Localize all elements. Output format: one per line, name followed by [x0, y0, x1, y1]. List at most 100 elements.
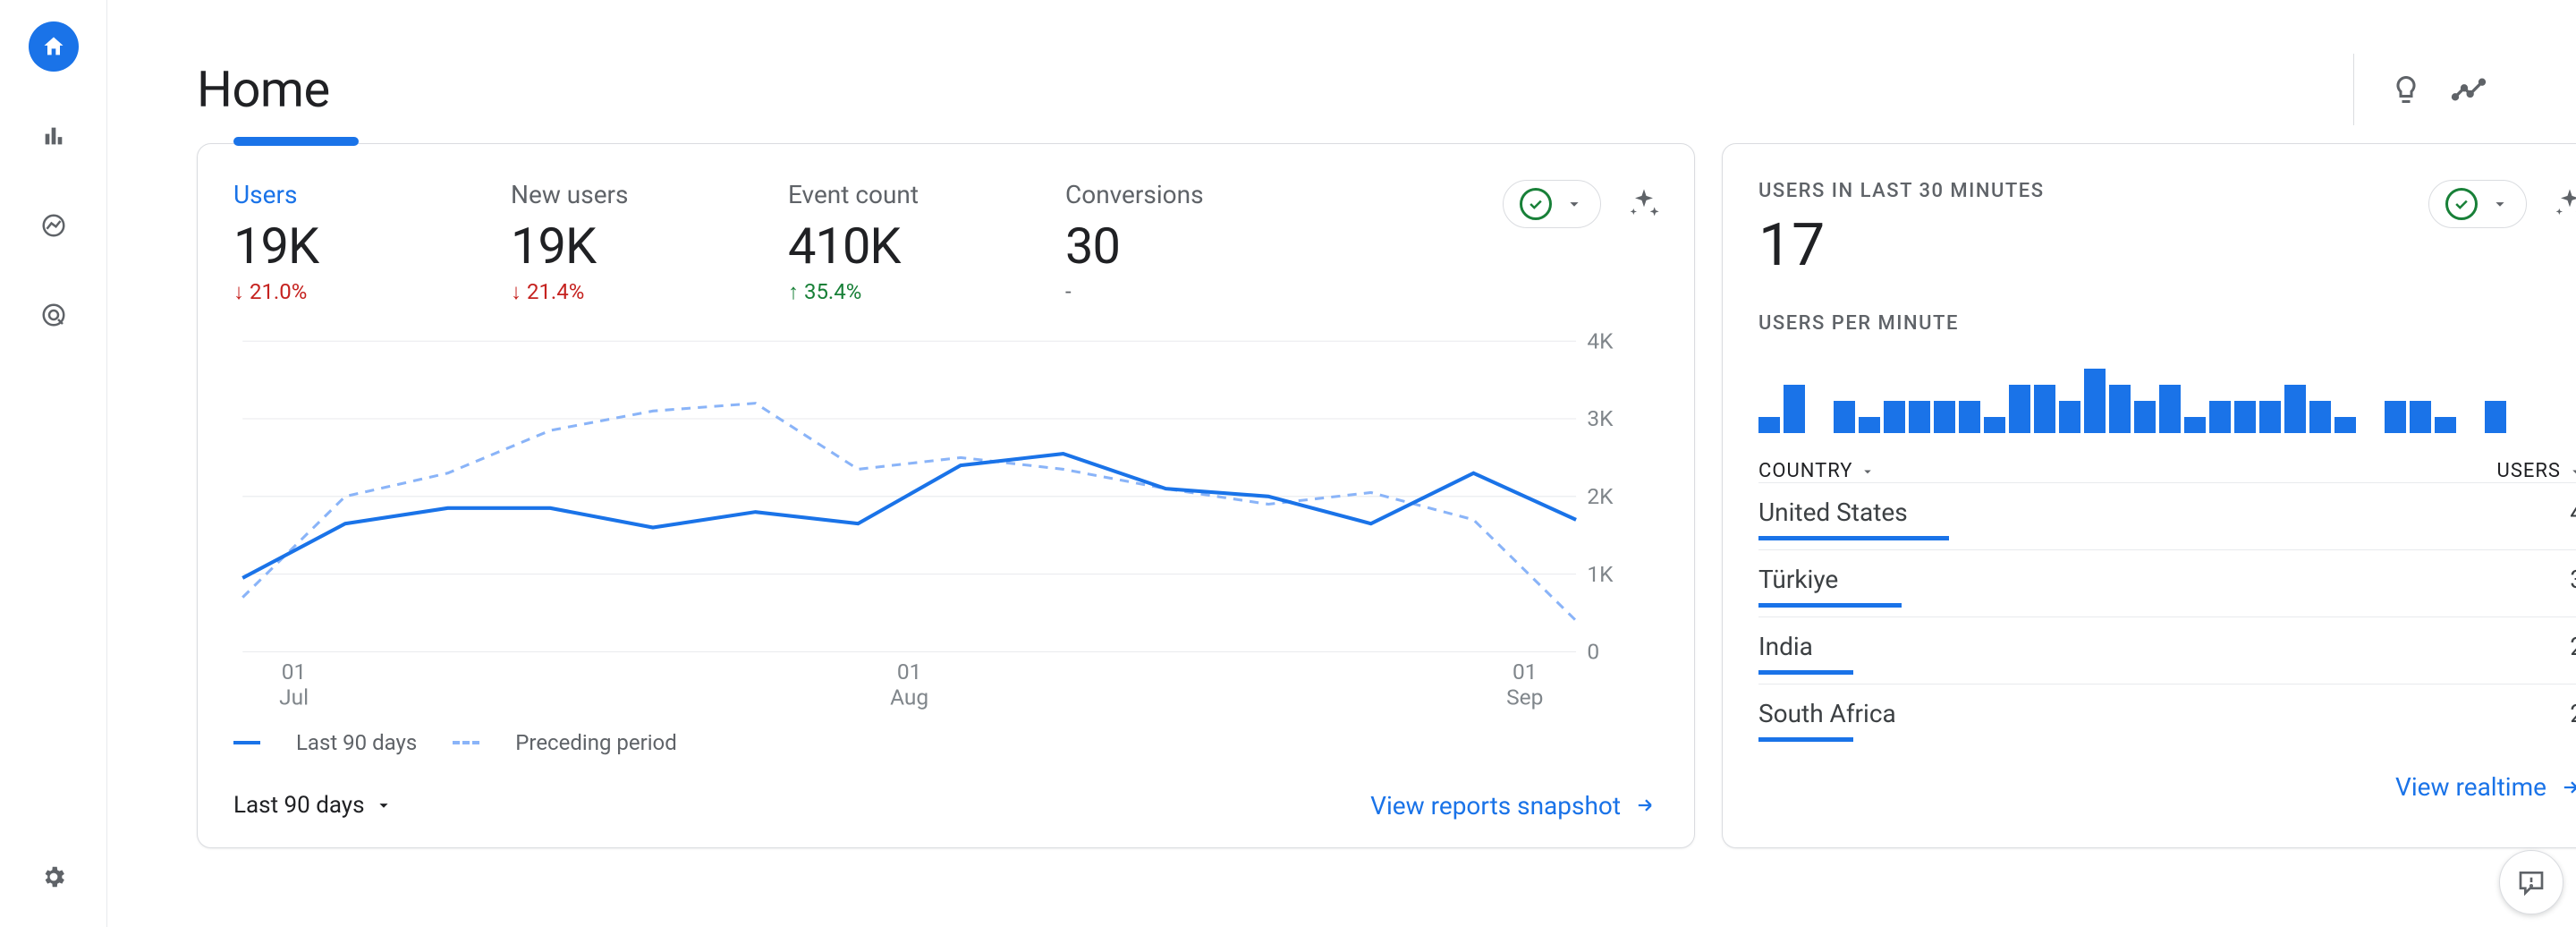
- card-controls: [2428, 180, 2576, 228]
- metric-users[interactable]: Users19K↓ 21.0%: [233, 180, 430, 305]
- metric-delta: ↓ 21.0%: [233, 279, 430, 305]
- cards-row: Users19K↓ 21.0%New users19K↓ 21.4%Event …: [197, 143, 2487, 848]
- sparkline-bar: [2234, 401, 2256, 433]
- card-footer: Last 90 days View reports snapshot: [233, 791, 1658, 821]
- country-table-body: United States4Türkiye3India2South Africa…: [1758, 482, 2576, 751]
- content-area: Home: [107, 0, 2576, 927]
- settings-icon: [40, 863, 67, 890]
- trend-icon: [2451, 72, 2487, 107]
- active-metric-indicator: [233, 137, 359, 146]
- view-realtime-link[interactable]: View realtime: [2395, 772, 2576, 802]
- sparkline-bar: [1909, 401, 1930, 433]
- chart-legend: Last 90 days Preceding period: [233, 730, 1658, 755]
- svg-text:2K: 2K: [1587, 483, 1614, 509]
- chevron-down-icon: [1564, 194, 1584, 214]
- metric-value: 30: [1065, 217, 1262, 276]
- chevron-down-icon: [2490, 194, 2510, 214]
- country-name: United States: [1758, 498, 2552, 527]
- country-users: 2: [2570, 699, 2576, 742]
- sparkline-bar: [1959, 401, 1980, 433]
- svg-text:Jul: Jul: [279, 685, 309, 710]
- link-label: View reports snapshot: [1370, 791, 1621, 821]
- arrow-right-icon: [1633, 793, 1658, 818]
- metric-label: Users: [233, 180, 430, 209]
- metric-delta: ↑ 35.4%: [788, 279, 985, 305]
- nav-advertising[interactable]: [29, 290, 79, 340]
- users-trend-chart: 01K2K3K4K01Jul01Aug01Sep Last 90 days Pr…: [233, 332, 1658, 755]
- chevron-down-icon: [1860, 464, 1876, 480]
- sparkle-icon: [2552, 186, 2576, 222]
- country-row: Türkiye3: [1758, 549, 2576, 617]
- country-header-label: COUNTRY: [1758, 460, 1852, 482]
- svg-text:0: 0: [1587, 639, 1599, 665]
- nav-reports[interactable]: [29, 111, 79, 161]
- country-row: South Africa 2: [1758, 684, 2576, 751]
- country-users: 3: [2570, 565, 2576, 608]
- home-icon: [41, 34, 66, 59]
- sparkline-bar: [2284, 385, 2306, 433]
- left-nav-rail: [0, 0, 107, 927]
- metric-delta: ↓ 21.4%: [511, 279, 708, 305]
- sparkline-bar: [2059, 401, 2080, 433]
- realtime-card: USERS IN LAST 30 MINUTES 17 USERS PER MI…: [1722, 143, 2576, 848]
- svg-text:3K: 3K: [1587, 405, 1614, 431]
- chevron-down-icon: [374, 795, 394, 815]
- feedback-button[interactable]: [2499, 850, 2563, 914]
- legend-current-swatch: [233, 741, 260, 744]
- country-column-header[interactable]: COUNTRY: [1758, 460, 1876, 482]
- sparkline-bar: [1834, 401, 1855, 433]
- metric-label: Event count: [788, 180, 985, 209]
- country-users: 4: [2570, 498, 2576, 540]
- insights-button[interactable]: [2390, 73, 2422, 106]
- trends-button[interactable]: [2451, 72, 2487, 107]
- users-column-header[interactable]: USERS: [2497, 460, 2576, 482]
- sparkline-bar: [2009, 385, 2030, 433]
- check-circle-icon: [1520, 188, 1552, 220]
- legend-prev-swatch: [453, 741, 479, 744]
- link-label: View realtime: [2395, 772, 2546, 802]
- metric-new-users[interactable]: New users19K↓ 21.4%: [511, 180, 708, 305]
- chevron-down-icon: [2568, 464, 2576, 480]
- check-circle-icon: [2445, 188, 2478, 220]
- sparkline-bar: [2034, 385, 2055, 433]
- metric-event-count[interactable]: Event count 410K ↑ 35.4%: [788, 180, 985, 305]
- metric-value: 410K: [788, 217, 985, 276]
- svg-text:Sep: Sep: [1506, 685, 1543, 710]
- sparkline-bar: [2385, 401, 2406, 433]
- sparkline-bar: [2435, 417, 2456, 433]
- nav-explore[interactable]: [29, 200, 79, 251]
- summary-card: Users19K↓ 21.0%New users19K↓ 21.4%Event …: [197, 143, 1695, 848]
- sparkle-icon: [1626, 186, 1662, 222]
- ai-suggestions-button[interactable]: [1626, 186, 1662, 222]
- date-range-picker[interactable]: Last 90 days: [233, 792, 394, 819]
- quality-status-pill[interactable]: [1503, 180, 1601, 228]
- sparkline-bar: [2209, 401, 2231, 433]
- svg-text:4K: 4K: [1587, 332, 1614, 353]
- users-header-label: USERS: [2497, 460, 2561, 482]
- metric-conversions[interactable]: Conversions30-: [1065, 180, 1262, 304]
- sparkline-bar: [2259, 401, 2281, 433]
- metrics-row: Users19K↓ 21.0%New users19K↓ 21.4%Event …: [233, 180, 1658, 305]
- country-row: United States 4: [1758, 482, 2576, 549]
- sparkline-bar: [1884, 401, 1905, 433]
- view-reports-snapshot-link[interactable]: View reports snapshot: [1370, 791, 1658, 821]
- ai-suggestions-button[interactable]: [2552, 186, 2576, 222]
- sparkline-bar: [2410, 401, 2431, 433]
- sparkline-bar: [2159, 385, 2181, 433]
- svg-text:01: 01: [1513, 659, 1538, 685]
- lightbulb-icon: [2390, 73, 2422, 106]
- nav-home[interactable]: [29, 21, 79, 72]
- country-bar: [1758, 737, 1853, 742]
- nav-settings[interactable]: [29, 852, 79, 902]
- sparkline-bar: [1758, 417, 1780, 433]
- country-users: 2: [2570, 632, 2576, 675]
- svg-text:1K: 1K: [1587, 561, 1614, 587]
- sparkline-bar: [1984, 417, 2005, 433]
- line-chart-svg: 01K2K3K4K01Jul01Aug01Sep: [233, 332, 1658, 716]
- country-name: South Africa: [1758, 699, 2552, 728]
- metric-value: 19K: [511, 217, 708, 276]
- sparkline-bar: [2184, 417, 2206, 433]
- country-row: India 2: [1758, 617, 2576, 684]
- country-name: India: [1758, 632, 2552, 661]
- quality-status-pill[interactable]: [2428, 180, 2527, 228]
